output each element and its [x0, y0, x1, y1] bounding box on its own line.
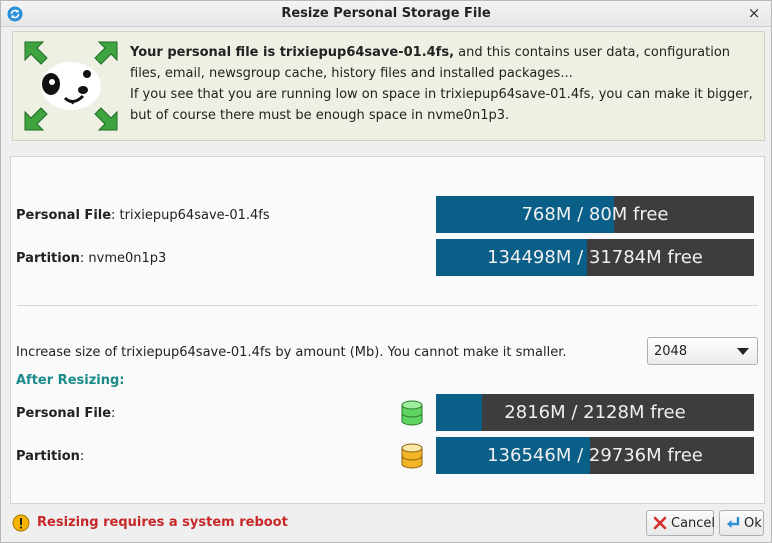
after-partition-bar: 136546M / 29736M free [436, 437, 754, 474]
info-line2: If you see that you are running low on s… [130, 87, 753, 123]
cancel-button[interactable]: Cancel [646, 510, 716, 536]
enter-arrow-icon [727, 517, 740, 528]
current-personal-file-label: Personal File: trixiepup64save-01.4fs [16, 208, 270, 223]
after-personal-file-label: Personal File: [16, 406, 116, 421]
info-box: Your personal file is trixiepup64save-01… [12, 31, 765, 141]
puppy-resize-icon [24, 41, 118, 131]
current-personal-file-bar: 768M / 80M free [436, 196, 754, 233]
warning-icon [12, 514, 30, 532]
ok-button-label: Ok [744, 516, 762, 531]
ok-button[interactable]: Ok [719, 510, 764, 536]
bar-text: 136546M / 29736M free [487, 445, 703, 466]
after-personal-file-bar: 2816M / 2128M free [436, 394, 754, 431]
cancel-button-label: Cancel [671, 516, 716, 531]
reboot-warning-text: Resizing requires a system reboot [37, 515, 288, 530]
divider [17, 305, 758, 306]
resize-prompt: Increase size of trixiepup64save-01.4fs … [16, 345, 567, 360]
bar-text: 2816M / 2128M free [504, 402, 686, 423]
chevron-down-icon [737, 348, 749, 355]
yellow-storage-drum-icon [401, 443, 423, 469]
resize-amount-value: 2048 [654, 344, 688, 359]
info-text: Your personal file is trixiepup64save-01… [130, 42, 760, 126]
titlebar: Resize Personal Storage File × [1, 1, 771, 27]
status-area: Resizing requires a system reboot [12, 512, 412, 534]
close-button[interactable]: × [745, 4, 763, 22]
bar-text: 768M / 80M free [521, 204, 669, 225]
current-partition-label: Partition: nvme0n1p3 [16, 251, 167, 266]
window-title: Resize Personal Storage File [281, 6, 491, 21]
resize-panel: Personal File: trixiepup64save-01.4fs 76… [10, 156, 765, 504]
green-storage-drum-icon [401, 400, 423, 426]
resize-amount-select[interactable]: 2048 [647, 337, 758, 365]
current-partition-bar: 134498M / 31784M free [436, 239, 754, 276]
after-resizing-heading: After Resizing: [16, 373, 125, 388]
cancel-x-icon [653, 516, 667, 530]
info-line1-bold: Your personal file is trixiepup64save-01… [130, 45, 455, 60]
after-partition-label: Partition: [16, 449, 85, 464]
bar-text: 134498M / 31784M free [487, 247, 703, 268]
resize-dialog: Resize Personal Storage File × Your pers… [0, 0, 772, 543]
